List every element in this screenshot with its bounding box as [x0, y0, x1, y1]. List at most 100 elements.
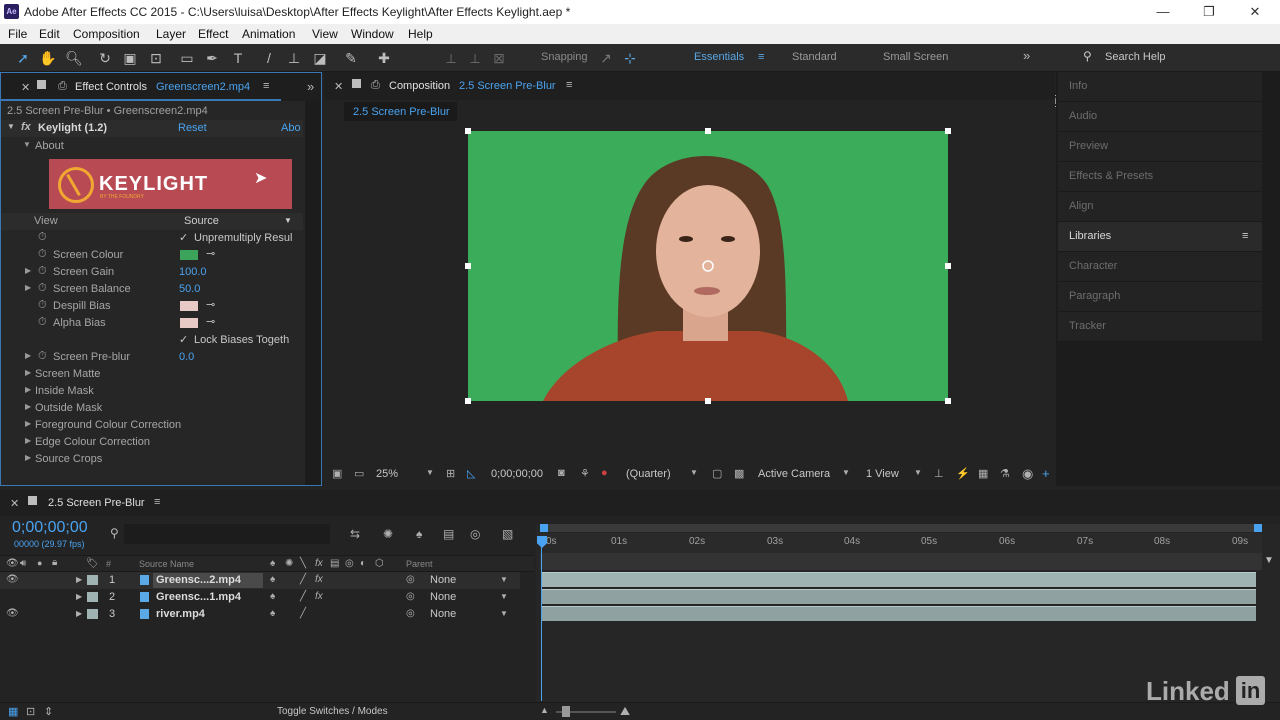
close-tab-icon[interactable]: ✕ [21, 81, 30, 94]
navigator-end-handle[interactable] [1254, 524, 1262, 532]
stopwatch-icon[interactable]: ⏱ [38, 282, 47, 295]
menu-file[interactable]: File [8, 27, 27, 41]
snap-edges-icon[interactable]: ↗ [597, 49, 615, 67]
draft-3d-icon[interactable]: ✺ [383, 527, 393, 541]
pen-tool-icon[interactable]: ✒ [203, 49, 221, 67]
parent-dropdown[interactable]: None [430, 574, 456, 586]
solo-icon[interactable]: ● [37, 558, 42, 568]
unpremultiply-checkbox[interactable]: ✓ [179, 231, 188, 244]
group-edge-colour-correction[interactable]: ▶ Edge Colour Correction [1, 434, 303, 451]
expand-triangle-icon[interactable]: ▶ [76, 592, 82, 601]
3d-layer-icon[interactable]: ⬡ [375, 558, 384, 569]
collapse-triangle-icon[interactable]: ▼ [7, 122, 15, 131]
rotate-tool-icon[interactable]: ↻ [96, 49, 114, 67]
axis-world-icon[interactable]: ⟂ [466, 49, 484, 67]
label-color-swatch[interactable] [87, 592, 98, 602]
quality-icon[interactable]: ╲ [300, 558, 306, 569]
keylight-effect-header[interactable]: ▼ fx Keylight (1.2) Reset Abo [1, 120, 303, 137]
chevron-down-icon[interactable]: ▼ [842, 468, 850, 477]
fast-previews-icon[interactable]: ⚡ [956, 467, 970, 480]
stopwatch-icon[interactable]: ⏱ [38, 265, 47, 278]
tracker-panel[interactable]: Tracker [1058, 312, 1262, 342]
layer-name[interactable]: Greensc...2.mp4 [153, 573, 263, 588]
paragraph-panel[interactable]: Paragraph [1058, 282, 1262, 312]
graph-editor-icon[interactable]: ▧ [502, 527, 513, 541]
pan-behind-tool-icon[interactable]: ⊡ [147, 49, 165, 67]
comp-marker-bin-icon[interactable]: ▼ [1264, 555, 1278, 569]
libraries-panel[interactable]: Libraries ≡ [1058, 222, 1262, 252]
audio-icon[interactable]: 🔊︎ [20, 558, 26, 569]
expand-triangle-icon[interactable]: ▶ [25, 453, 31, 462]
chevron-down-icon[interactable]: ▼ [284, 216, 292, 225]
source-name-header[interactable]: Source Name [139, 559, 194, 569]
label-color-swatch[interactable] [87, 575, 98, 585]
hand-tool-icon[interactable]: ✋ [39, 49, 57, 67]
panel-lock-icon[interactable] [37, 80, 46, 89]
expand-triangle-icon[interactable]: ▶ [25, 266, 31, 275]
close-button[interactable]: ✕ [1232, 2, 1278, 22]
close-tab-icon[interactable]: ✕ [334, 80, 343, 93]
flowchart-tab[interactable]: 2.5 Screen Pre-Blur [344, 102, 457, 121]
in-out-icon[interactable]: ⇕ [44, 705, 53, 718]
screen-colour-swatch[interactable] [180, 250, 198, 260]
quality-icon[interactable]: ╱ [300, 574, 306, 585]
layer-name[interactable]: Greensc...1.mp4 [156, 591, 241, 603]
expand-triangle-icon[interactable]: ▶ [25, 419, 31, 428]
lock-icon[interactable]: 🔒︎ [52, 557, 57, 568]
group-inside-mask[interactable]: ▶ Inside Mask [1, 383, 303, 400]
menu-window[interactable]: Window [351, 27, 394, 41]
selection-tool-icon[interactable]: ➚ [14, 49, 32, 67]
workspace-essentials[interactable]: Essentials [694, 51, 744, 63]
panel-overflow-icon[interactable]: » [307, 79, 314, 94]
zoom-dropdown[interactable]: 25% [376, 468, 398, 480]
camera-dropdown[interactable]: Active Camera [758, 468, 830, 480]
effect-controls-tab-file[interactable]: Greenscreen2.mp4 [156, 81, 250, 93]
transparency-grid-icon[interactable]: ▩ [734, 467, 744, 480]
clone-stamp-tool-icon[interactable]: ⊥ [285, 49, 303, 67]
brush-tool-icon[interactable]: / [260, 49, 278, 67]
comp-viewer-frame[interactable] [468, 131, 948, 401]
effect-controls-tab-label[interactable]: Effect Controls [75, 81, 147, 93]
menu-edit[interactable]: Edit [39, 27, 60, 41]
expand-triangle-icon[interactable]: ▶ [25, 368, 31, 377]
resolution-dropdown[interactable]: (Quarter) [626, 468, 671, 480]
panel-menu-icon[interactable]: ≡ [566, 79, 572, 91]
zoom-in-icon[interactable]: ⛰ [620, 704, 630, 719]
panel-lock-icon[interactable] [352, 79, 361, 88]
collapse-icon[interactable]: ✺ [285, 558, 293, 569]
timeline-search-input[interactable] [124, 524, 330, 544]
frame-blend-icon[interactable]: ▤ [330, 558, 339, 569]
zoom-out-icon[interactable]: ▲ [540, 705, 549, 715]
lock-biases-checkbox[interactable]: ✓ [179, 333, 188, 346]
safe-margins-icon[interactable]: ⊞ [446, 467, 455, 480]
menu-view[interactable]: View [312, 27, 338, 41]
navigator-start-handle[interactable] [540, 524, 548, 532]
layer-name[interactable]: river.mp4 [156, 608, 205, 620]
composition-tab-name[interactable]: 2.5 Screen Pre-Blur [459, 80, 556, 92]
mask-visibility-icon[interactable]: ◺ [467, 467, 475, 480]
type-tool-icon[interactable]: T [229, 49, 247, 67]
group-foreground-colour-correction[interactable]: ▶ Foreground Colour Correction [1, 417, 303, 434]
show-snapshot-icon[interactable]: ⚘ [580, 467, 590, 480]
frame-blending-icon[interactable]: ▤ [443, 527, 454, 541]
monitor-icon[interactable]: ▭ [354, 467, 364, 480]
hide-shy-layers-icon[interactable]: ♠ [416, 527, 422, 541]
fx-icon[interactable]: fx [21, 121, 31, 133]
character-panel[interactable]: Character [1058, 252, 1262, 282]
chevron-down-icon[interactable]: ▼ [914, 468, 922, 477]
alpha-bias-swatch[interactable] [180, 318, 198, 328]
align-panel[interactable]: Align [1058, 192, 1262, 222]
effects-presets-panel[interactable]: Effects & Presets [1058, 162, 1262, 192]
panel-menu-icon[interactable]: ≡ [154, 496, 160, 508]
flowchart-icon[interactable]: ⚗ [1000, 467, 1010, 480]
parent-dropdown[interactable]: None [430, 591, 456, 603]
group-outside-mask[interactable]: ▶ Outside Mask [1, 400, 303, 417]
eyedropper-icon[interactable]: ⊸ [206, 298, 215, 311]
panel-lock-icon[interactable] [28, 496, 37, 505]
chevron-down-icon[interactable]: ▼ [426, 468, 434, 477]
info-panel[interactable]: Info [1058, 72, 1262, 102]
adjustment-layer-icon[interactable]: ◐ [360, 558, 366, 569]
expand-triangle-icon[interactable]: ▶ [25, 436, 31, 445]
eye-icon[interactable]: 👁︎ [6, 574, 19, 585]
transform-handle[interactable] [945, 398, 951, 404]
